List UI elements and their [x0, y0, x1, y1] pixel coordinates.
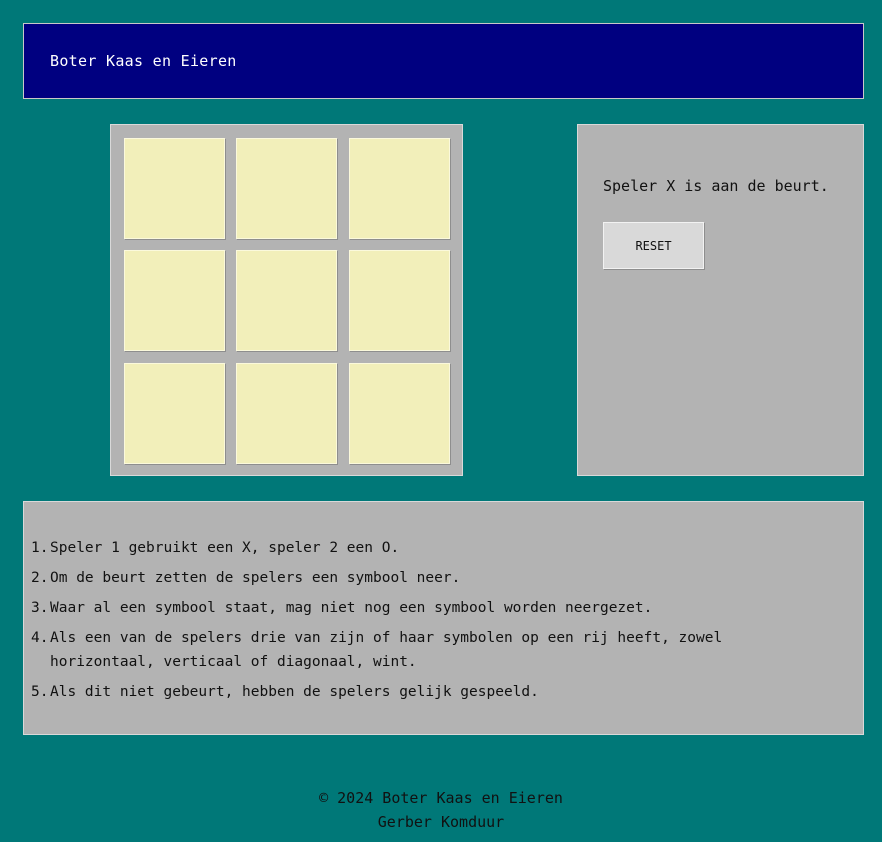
rule-item: 1. Speler 1 gebruikt een X, speler 2 een … — [31, 536, 830, 560]
page-footer: © 2024 Boter Kaas en Eieren Gerber Komdu… — [0, 786, 882, 834]
rule-text: Speler 1 gebruikt een X, speler 2 een O. — [50, 540, 400, 556]
rule-item: 4. Als een van de spelers drie van zijn o… — [31, 626, 830, 674]
page-title: Boter Kaas en Eieren — [50, 52, 237, 70]
rules-list: 1. Speler 1 gebruikt een X, speler 2 een … — [31, 536, 830, 710]
board-cell-7[interactable] — [124, 363, 225, 464]
rule-item: 5. Als dit niet gebeurt, hebben de speler… — [31, 680, 830, 704]
board-cell-9[interactable] — [349, 363, 450, 464]
board-cell-4[interactable] — [124, 250, 225, 351]
rules-panel: 1. Speler 1 gebruikt een X, speler 2 een … — [23, 501, 864, 735]
turn-status: Speler X is aan de beurt. — [603, 177, 829, 195]
rule-text: Om de beurt zetten de spelers een symboo… — [50, 570, 461, 586]
board-cell-3[interactable] — [349, 138, 450, 239]
rule-text: Als dit niet gebeurt, hebben de spelers … — [50, 684, 539, 700]
status-panel: Speler X is aan de beurt. RESET — [577, 124, 864, 476]
page-header: Boter Kaas en Eieren — [23, 23, 864, 99]
board-cell-1[interactable] — [124, 138, 225, 239]
rule-number: 2. — [31, 570, 49, 586]
rule-text: Waar al een symbool staat, mag niet nog … — [50, 600, 653, 616]
board-cell-5[interactable] — [236, 250, 337, 351]
rule-item: 3. Waar al een symbool staat, mag niet no… — [31, 596, 830, 620]
rule-number: 4. — [31, 630, 49, 646]
copyright-text: © 2024 Boter Kaas en Eieren — [319, 789, 563, 807]
board-cell-6[interactable] — [349, 250, 450, 351]
game-board — [110, 124, 463, 476]
board-cell-8[interactable] — [236, 363, 337, 464]
rule-number: 5. — [31, 684, 49, 700]
rule-number: 1. — [31, 540, 49, 556]
board-cell-2[interactable] — [236, 138, 337, 239]
rule-number: 3. — [31, 600, 49, 616]
rule-text: Als een van de spelers drie van zijn of … — [50, 630, 723, 670]
author-name: Gerber Komduur — [377, 813, 505, 831]
reset-button[interactable]: RESET — [603, 222, 704, 269]
rule-item: 2. Om de beurt zetten de spelers een symb… — [31, 566, 830, 590]
